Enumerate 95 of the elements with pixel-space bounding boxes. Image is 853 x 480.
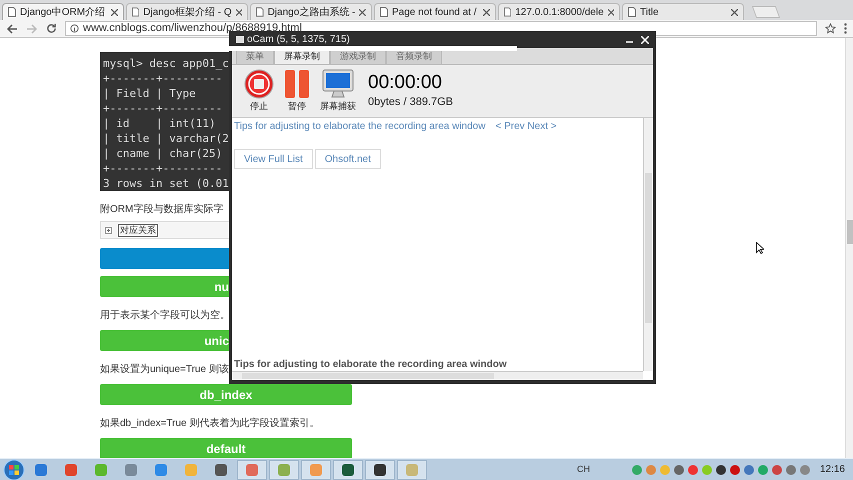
- tray-icon[interactable]: [674, 464, 684, 474]
- toolbar-button[interactable]: 停止: [244, 68, 274, 114]
- new-tab-button[interactable]: [752, 6, 780, 18]
- scrollbar-thumb[interactable]: [242, 373, 494, 379]
- browser-tab[interactable]: 127.0.0.1:8000/dele: [498, 3, 620, 20]
- vertical-scrollbar[interactable]: [643, 118, 653, 371]
- browser-tab[interactable]: Django之路由系统 -: [250, 3, 372, 20]
- tab-title: 127.0.0.1:8000/dele: [515, 6, 604, 20]
- tab-title: Django框架介绍 - Q: [143, 6, 232, 20]
- tray-icon[interactable]: [716, 464, 726, 474]
- toolbar-button[interactable]: 屏幕捕获: [320, 68, 356, 114]
- link-button[interactable]: Ohsoft.net: [314, 149, 381, 169]
- code-line: +-------+---------: [103, 161, 224, 176]
- code-line: | cname | char(25): [103, 146, 224, 161]
- prev-next-link[interactable]: < Prev Next >: [495, 119, 557, 134]
- button-label: 屏幕捕获: [320, 100, 356, 113]
- reload-icon[interactable]: [46, 23, 57, 34]
- file-size: 0bytes / 389.7GB: [368, 94, 453, 110]
- taskbar-button[interactable]: [333, 460, 363, 480]
- app-icon: [236, 36, 244, 43]
- tab-title: Title: [640, 6, 660, 20]
- page-icon: [8, 7, 16, 17]
- app-icon: [310, 464, 322, 476]
- app-icon: [246, 464, 258, 476]
- taskbar-button[interactable]: [365, 460, 395, 480]
- tab-title: Django之路由系统 -: [268, 6, 356, 20]
- page-icon: [132, 7, 140, 17]
- language-indicator[interactable]: CH: [576, 462, 590, 476]
- app-icon: [95, 464, 107, 476]
- info-icon: [70, 24, 79, 33]
- app-icon: [406, 464, 418, 476]
- app-icon: [185, 464, 197, 476]
- pause-icon: [284, 68, 310, 99]
- monitor-icon: [322, 68, 354, 99]
- page-icon: [628, 7, 636, 17]
- page-icon: [380, 7, 388, 17]
- paragraph: 用于表示某个字段可以为空。: [100, 310, 230, 322]
- tray-icon[interactable]: [730, 464, 740, 474]
- tip-link[interactable]: Tips for adjusting to elaborate the recording area window: [234, 119, 486, 134]
- app-icon: [374, 464, 386, 476]
- paragraph: 附ORM字段与数据库实际字: [100, 204, 224, 216]
- code-line: | id | int(11): [103, 116, 217, 131]
- cursor-icon: [756, 242, 764, 254]
- back-icon[interactable]: [6, 24, 18, 34]
- timer: 00:00:00: [368, 72, 443, 94]
- close-icon[interactable]: [731, 8, 738, 16]
- heading-text: unic: [204, 332, 229, 350]
- code-line: +-------+---------: [103, 101, 224, 116]
- forward-icon[interactable]: [26, 24, 38, 34]
- window-title: oCam (5, 5, 1375, 715): [247, 34, 350, 44]
- app-icon: [215, 464, 227, 476]
- paragraph: 如果设置为unique=True 则该: [100, 364, 229, 376]
- close-icon[interactable]: [236, 8, 242, 16]
- paragraph: 如果db_index=True 则代表着为此字段设置索引。: [100, 418, 320, 430]
- browser-tab[interactable]: Django中ORM介绍: [2, 3, 124, 20]
- app-icon: [342, 464, 354, 476]
- menu-icon[interactable]: [844, 23, 847, 34]
- expand-icon[interactable]: [105, 226, 112, 234]
- tab-title: Page not found at /: [392, 6, 478, 20]
- tip-text: Tips for adjusting to elaborate the recording area window: [233, 359, 508, 371]
- app-icon: [35, 464, 47, 476]
- app-icon: [65, 464, 77, 476]
- star-icon[interactable]: [825, 23, 836, 34]
- close-icon[interactable]: [111, 8, 118, 16]
- code-line: +-------+---------: [103, 71, 224, 86]
- tab-title: Django中ORM介绍: [20, 6, 106, 20]
- app-icon: [125, 464, 137, 476]
- browser-tab[interactable]: Django框架介绍 - Q: [126, 3, 248, 20]
- browser-tab[interactable]: Page not found at /: [374, 3, 496, 20]
- heading-text: default: [206, 440, 246, 458]
- close-icon[interactable]: [608, 8, 614, 16]
- panel-label: 对应关系: [118, 224, 158, 236]
- start-button[interactable]: [2, 458, 26, 480]
- app-icon: [155, 464, 167, 476]
- close-icon[interactable]: [483, 8, 490, 16]
- button-label: 暂停: [288, 100, 306, 113]
- code-line: mysql> desc app01_c: [103, 56, 229, 71]
- button-label: 停止: [250, 100, 268, 113]
- scrollbar-thumb[interactable]: [645, 173, 652, 323]
- heading-text: nu: [214, 278, 229, 296]
- clock: 12:16: [820, 463, 845, 477]
- stop-icon: [244, 68, 274, 99]
- app-icon: [278, 464, 290, 476]
- code-line: | Field | Type: [103, 86, 197, 101]
- code-line: | title | varchar(2: [103, 131, 229, 146]
- page-icon: [256, 7, 264, 17]
- page-icon: [504, 7, 512, 17]
- browser-tab[interactable]: Title: [622, 3, 744, 20]
- horizontal-scrollbar[interactable]: [232, 371, 643, 380]
- heading-text: db_index: [200, 386, 252, 404]
- code-line: 3 rows in set (0.01: [103, 176, 229, 191]
- close-icon[interactable]: [359, 8, 366, 16]
- toolbar-button[interactable]: 暂停: [284, 68, 310, 114]
- scrollbar-thumb[interactable]: [847, 220, 853, 244]
- link-button[interactable]: View Full List: [234, 149, 313, 169]
